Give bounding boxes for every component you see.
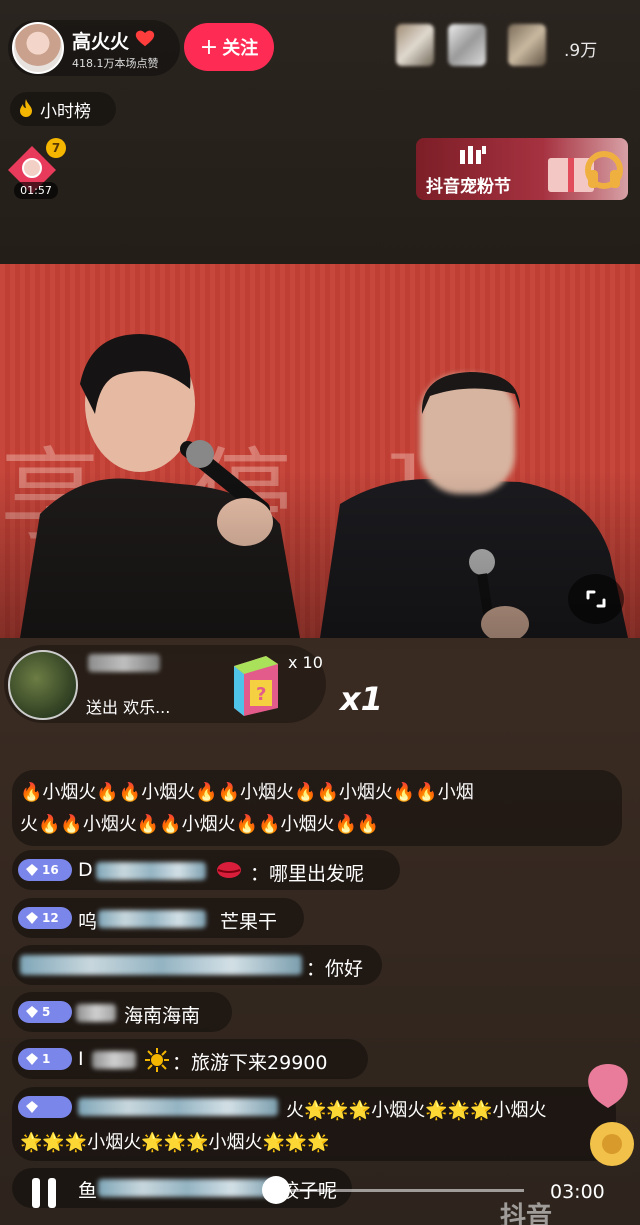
chat-username[interactable]: I bbox=[78, 1048, 84, 1070]
chat-text: 🌟🌟🌟小烟火🌟🌟🌟小烟火🌟🌟🌟 bbox=[20, 1132, 330, 1153]
chat-text: ：你好 bbox=[306, 958, 364, 980]
fan-level-badge: 16 bbox=[18, 859, 72, 881]
viewer-avatar[interactable] bbox=[448, 24, 486, 66]
fan-level-badge: 5 bbox=[18, 1001, 72, 1023]
host-avatar[interactable] bbox=[12, 22, 64, 74]
live-stream-screen: 高火火 418.1万本场点赞 + 关注 .9万 小时榜 7 01:57 抖音宠粉… bbox=[0, 0, 640, 1225]
gift-notice-text: 送出 欢乐... bbox=[86, 698, 171, 717]
lips-icon bbox=[217, 862, 241, 878]
mystery-box-icon: ? bbox=[234, 656, 278, 716]
level-value: 16 bbox=[42, 863, 59, 877]
plus-icon: + bbox=[199, 34, 219, 60]
fan-level-badge: 1 bbox=[18, 1048, 72, 1070]
red-packet-badge: 7 bbox=[46, 138, 66, 158]
flame-icon bbox=[20, 99, 32, 117]
username-blurred bbox=[98, 1179, 276, 1197]
username-blurred bbox=[78, 1098, 278, 1116]
pause-button[interactable] bbox=[28, 1176, 62, 1210]
username-blurred bbox=[96, 862, 206, 880]
douyin-watermark: 抖音 bbox=[500, 1202, 553, 1225]
gift-sender-avatar[interactable] bbox=[8, 650, 78, 720]
host-likes-count: 418.1万本场点赞 bbox=[72, 57, 159, 70]
chat-message-text: 旅游下来29900 bbox=[191, 1052, 328, 1074]
viewer-count[interactable]: .9万 bbox=[564, 36, 597, 61]
chat-text: ：旅游下来29900 bbox=[172, 1052, 328, 1074]
gem-icon bbox=[26, 1101, 38, 1113]
live-video[interactable]: 享 停 ] bbox=[0, 264, 640, 638]
expand-icon bbox=[586, 590, 606, 608]
gift-combo: x1 bbox=[340, 680, 383, 718]
follow-button[interactable]: + 关注 bbox=[184, 23, 274, 71]
level-value: 1 bbox=[42, 1052, 51, 1066]
username-blurred bbox=[92, 1051, 136, 1069]
festival-label: 抖音宠粉节 bbox=[426, 177, 511, 197]
chat-text: 🔥小烟火🔥🔥小烟火🔥🔥小烟火🔥🔥小烟火🔥🔥小烟 bbox=[20, 782, 474, 803]
gem-icon bbox=[26, 864, 38, 876]
balloon-decoration-icon bbox=[588, 1064, 634, 1166]
host-name: 高火火 bbox=[72, 31, 130, 53]
chat-text: 火🔥🔥小烟火🔥🔥小烟火🔥🔥小烟火🔥🔥 bbox=[20, 814, 380, 835]
gift-sender-name-blurred bbox=[88, 654, 160, 672]
gift-count: x 10 bbox=[288, 653, 323, 672]
chat-username[interactable]: D bbox=[78, 859, 93, 881]
time-label: 03:00 bbox=[550, 1181, 605, 1203]
sun-icon bbox=[145, 1048, 169, 1072]
level-value: 12 bbox=[42, 911, 59, 925]
chat-message-text: 海南海南 bbox=[124, 1005, 201, 1027]
hourly-rank-button[interactable]: 小时榜 bbox=[10, 92, 116, 126]
username-blurred bbox=[98, 910, 206, 928]
username-blurred bbox=[20, 955, 302, 975]
chat-message-text: 哪里出发呢 bbox=[269, 863, 365, 885]
gem-icon bbox=[26, 912, 38, 924]
heart-icon bbox=[135, 30, 155, 47]
rank-label: 小时榜 bbox=[40, 101, 91, 122]
progress-track[interactable] bbox=[276, 1189, 524, 1192]
chat-username[interactable]: 鱼 bbox=[78, 1176, 97, 1203]
fullscreen-button[interactable] bbox=[568, 574, 624, 624]
gift-box-icon bbox=[548, 151, 623, 192]
progress-knob[interactable] bbox=[262, 1176, 290, 1204]
festival-logo-icon bbox=[460, 146, 486, 164]
video-shade bbox=[0, 264, 640, 638]
username-blurred bbox=[76, 1004, 116, 1022]
chat-username[interactable]: 呜 bbox=[78, 907, 97, 934]
red-packet-timer: 01:57 bbox=[14, 182, 58, 199]
gem-icon bbox=[26, 1053, 38, 1065]
level-value: 5 bbox=[42, 1005, 51, 1019]
viewer-avatar[interactable] bbox=[396, 24, 434, 66]
svg-text:?: ? bbox=[256, 684, 266, 705]
chat-message-text: 你好 bbox=[325, 958, 364, 980]
chat-message-text: 芒果干 bbox=[220, 911, 278, 933]
follow-label: 关注 bbox=[222, 38, 259, 59]
chat-text: ：哪里出发呢 bbox=[250, 863, 365, 885]
fan-level-badge: 12 bbox=[18, 907, 72, 929]
festival-banner[interactable]: 抖音宠粉节 bbox=[416, 138, 628, 200]
fan-level-badge bbox=[18, 1096, 72, 1118]
viewer-avatar[interactable] bbox=[508, 24, 546, 66]
chat-text: 火🌟🌟🌟小烟火🌟🌟🌟小烟火 bbox=[286, 1100, 547, 1121]
gem-icon bbox=[26, 1006, 38, 1018]
